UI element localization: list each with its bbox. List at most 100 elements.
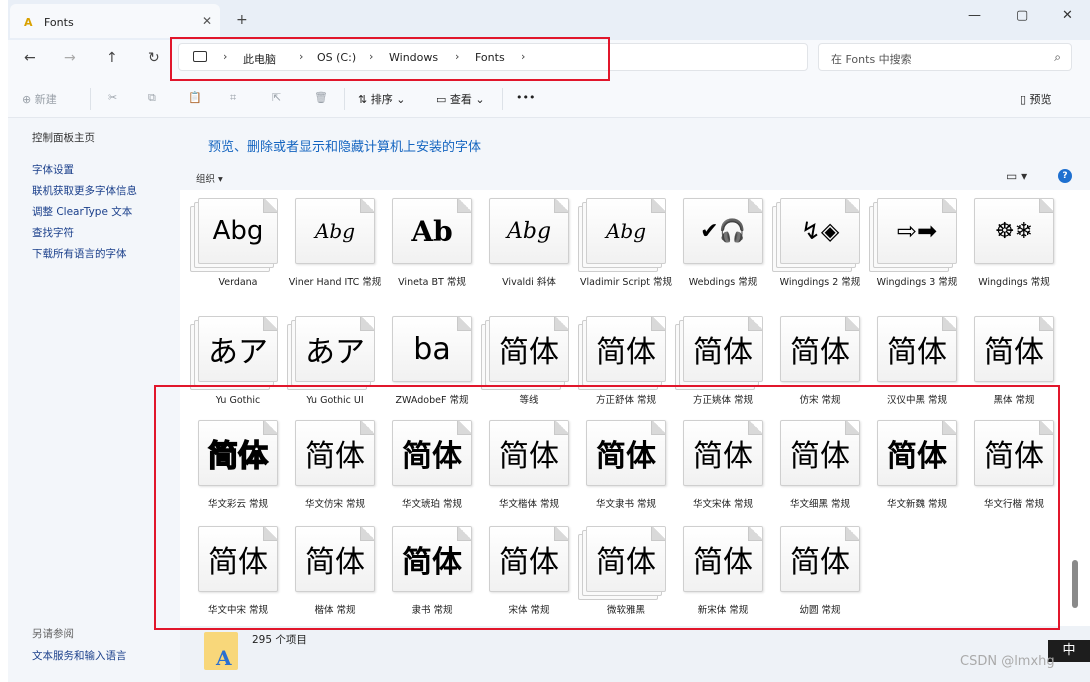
- item-count: 295 个项目: [252, 634, 307, 646]
- font-preview-tile[interactable]: 简体: [586, 316, 666, 382]
- font-preview-tile[interactable]: あア: [295, 316, 375, 382]
- font-sample: Abg: [506, 218, 552, 244]
- change-view-icon[interactable]: ▭ ▾: [1006, 169, 1027, 183]
- back-button[interactable]: ←: [24, 50, 36, 66]
- font-sample: Abg: [314, 219, 356, 243]
- paste-icon[interactable]: 📋: [188, 91, 202, 104]
- cut-icon[interactable]: ✂: [108, 91, 117, 104]
- share-icon[interactable]: ⇱: [272, 91, 281, 104]
- organize-dropdown[interactable]: 组织 ▾: [196, 171, 223, 185]
- font-sample: あア: [305, 335, 365, 370]
- font-name-label: Verdana: [218, 277, 258, 288]
- sidebar-link-font-settings[interactable]: 字体设置: [32, 162, 74, 177]
- font-item[interactable]: ⇨➡ Wingdings 3 常规: [865, 198, 957, 302]
- search-box[interactable]: 在 Fonts 中搜索 ⌕: [818, 43, 1072, 71]
- refresh-button[interactable]: ↻: [148, 50, 160, 66]
- background-window-strip: [0, 0, 8, 682]
- tab-fonts[interactable]: A Fonts ✕: [10, 4, 220, 38]
- font-sample: 简体: [790, 335, 850, 370]
- font-sample: ☸❄: [994, 218, 1034, 244]
- new-button[interactable]: ⊕ 新建: [22, 91, 57, 107]
- font-item[interactable]: ☸❄ Wingdings 常规: [962, 198, 1054, 302]
- fonts-folder-large-icon: A: [204, 632, 238, 670]
- font-preview-tile[interactable]: ↯◈: [780, 198, 860, 264]
- font-sample: ↯◈: [800, 217, 840, 245]
- font-preview-tile[interactable]: 简体: [974, 316, 1054, 382]
- font-name-label: Wingdings 3 常规: [876, 277, 958, 288]
- page-title: 预览、删除或者显示和隐藏计算机上安装的字体: [208, 140, 482, 155]
- sidebar-link-find-character[interactable]: 查找字符: [32, 225, 74, 240]
- sidebar-link-text-services[interactable]: 文本服务和输入语言: [32, 648, 127, 663]
- tab-close-icon[interactable]: ✕: [202, 14, 212, 28]
- more-options-button[interactable]: •••: [516, 91, 535, 104]
- font-preview-tile[interactable]: 简体: [780, 316, 860, 382]
- close-window-button[interactable]: ✕: [1062, 8, 1073, 23]
- up-button[interactable]: ↑: [106, 50, 118, 66]
- toolbar-divider: [502, 88, 503, 110]
- font-preview-tile[interactable]: ✔🎧: [683, 198, 763, 264]
- delete-icon[interactable]: 🗑: [314, 91, 328, 104]
- content-header: 预览、删除或者显示和隐藏计算机上安装的字体: [180, 118, 1090, 162]
- font-preview-tile[interactable]: Abg: [489, 198, 569, 264]
- font-sample: 简体: [984, 335, 1044, 370]
- control-panel-home-link[interactable]: 控制面板主页: [32, 130, 95, 145]
- watermark: CSDN @lmxhg: [960, 654, 1055, 669]
- new-tab-button[interactable]: +: [236, 12, 248, 28]
- sidebar-link-online-font-info[interactable]: 联机获取更多字体信息: [32, 183, 137, 198]
- maximize-button[interactable]: ▢: [1016, 8, 1028, 23]
- font-preview-tile[interactable]: ba: [392, 316, 472, 382]
- title-bar: A Fonts ✕ + — ▢ ✕: [8, 0, 1090, 40]
- font-preview-tile[interactable]: Abg: [586, 198, 666, 264]
- minimize-button[interactable]: —: [968, 8, 981, 23]
- font-sample: 简体: [596, 335, 656, 370]
- font-preview-tile[interactable]: 简体: [683, 316, 763, 382]
- forward-button[interactable]: →: [64, 50, 76, 66]
- highlight-box-address: [170, 37, 610, 81]
- preview-pane-button[interactable]: ▯ 预览: [1020, 91, 1052, 107]
- font-item[interactable]: ↯◈ Wingdings 2 常规: [768, 198, 860, 302]
- help-icon[interactable]: ?: [1058, 169, 1072, 183]
- font-preview-tile[interactable]: あア: [198, 316, 278, 382]
- font-item[interactable]: Abg Verdana: [186, 198, 278, 302]
- font-sample: 简体: [499, 335, 559, 370]
- sidebar-link-download-fonts[interactable]: 下载所有语言的字体: [32, 246, 127, 261]
- search-icon[interactable]: ⌕: [1054, 50, 1061, 65]
- font-sample: Abg: [212, 216, 264, 246]
- font-sample: 简体: [887, 335, 947, 370]
- organize-bar: 组织 ▾ ▭ ▾ ?: [180, 162, 1090, 190]
- font-sample: ba: [413, 331, 451, 367]
- font-preview-tile[interactable]: Abg: [295, 198, 375, 264]
- details-pane: A 295 个项目: [180, 626, 1090, 682]
- see-also-heading: 另请参阅: [32, 628, 74, 640]
- vertical-scrollbar[interactable]: [1072, 560, 1078, 608]
- font-preview-tile[interactable]: Ab: [392, 198, 472, 264]
- font-name-label: Vivaldi 斜体: [502, 277, 556, 288]
- sidebar-link-cleartype[interactable]: 调整 ClearType 文本: [32, 204, 132, 219]
- font-preview-tile[interactable]: ⇨➡: [877, 198, 957, 264]
- font-name-label: Wingdings 2 常规: [779, 277, 861, 288]
- font-preview-tile[interactable]: Abg: [198, 198, 278, 264]
- font-item[interactable]: Ab Vineta BT 常规: [380, 198, 472, 302]
- font-name-label: Vineta BT 常规: [398, 277, 466, 288]
- font-preview-tile[interactable]: ☸❄: [974, 198, 1054, 264]
- command-bar: ⊕ 新建 ✂ ⧉ 📋 ⌗ ⇱ 🗑 ⇅ 排序 ⌄ ▭ 查看 ⌄ ••• ▯ 预览: [8, 80, 1090, 118]
- font-name-label: Viner Hand ITC 常规: [288, 277, 382, 288]
- font-preview-tile[interactable]: 简体: [489, 316, 569, 382]
- search-input[interactable]: 在 Fonts 中搜索: [831, 51, 912, 67]
- view-button[interactable]: ▭ 查看 ⌄: [436, 91, 485, 107]
- font-sample: あア: [208, 335, 268, 370]
- font-name-label: Webdings 常规: [688, 277, 758, 288]
- fonts-folder-icon: A: [24, 16, 33, 29]
- font-preview-tile[interactable]: 简体: [877, 316, 957, 382]
- sort-button[interactable]: ⇅ 排序 ⌄: [358, 91, 405, 107]
- font-sample: ✔🎧: [700, 218, 746, 244]
- toolbar-divider: [90, 88, 91, 110]
- font-item[interactable]: Abg Vivaldi 斜体: [477, 198, 569, 302]
- font-item[interactable]: Abg Viner Hand ITC 常规: [283, 198, 381, 302]
- fonts-window: A Fonts ✕ + — ▢ ✕ ← → ↑ ↻ › 此电脑 › OS (C:…: [8, 0, 1090, 682]
- font-item[interactable]: ✔🎧 Webdings 常规: [671, 198, 763, 302]
- copy-icon[interactable]: ⧉: [148, 91, 156, 105]
- rename-icon[interactable]: ⌗: [230, 91, 236, 105]
- highlight-box-chinese-fonts: [154, 385, 1060, 630]
- font-item[interactable]: Abg Vladimir Script 常规: [574, 198, 672, 302]
